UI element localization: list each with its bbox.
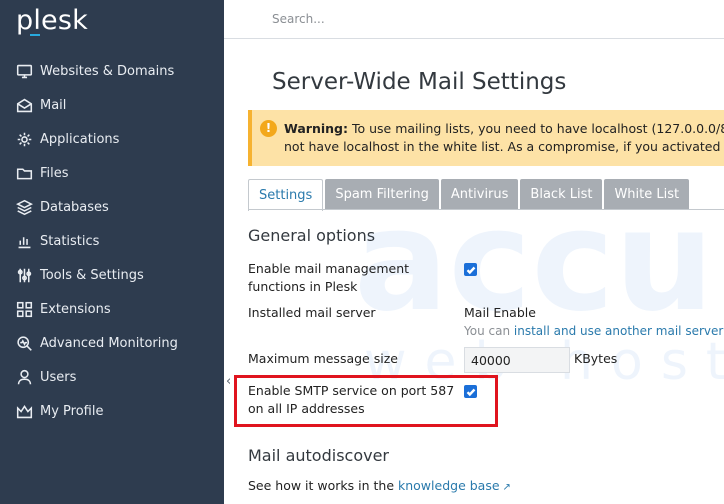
sidebar-item-files[interactable]: Files [0, 156, 224, 190]
tab-bar: Settings Spam Filtering Antivirus Black … [248, 179, 691, 211]
section-mail-autodiscover: Mail autodiscover [248, 446, 390, 465]
folder-icon [15, 164, 33, 182]
sidebar-item-tools-settings[interactable]: Tools & Settings [0, 258, 224, 292]
warning-banner: ! Warning: To use mailing lists, you nee… [248, 110, 724, 166]
search-input[interactable] [272, 6, 702, 32]
sidebar-item-advanced-monitoring[interactable]: Advanced Monitoring [0, 326, 224, 360]
magnifier-pulse-icon [15, 334, 33, 352]
section-general-options: General options [248, 226, 376, 245]
warning-icon: ! [260, 120, 277, 137]
max-message-size-input[interactable] [464, 347, 570, 373]
knowledge-base-link[interactable]: knowledge base [398, 478, 500, 493]
tab-white-list[interactable]: White List [604, 179, 690, 210]
max-message-size-unit: KBytes [574, 351, 618, 366]
highlight-box [234, 375, 498, 427]
sidebar-item-my-profile[interactable]: My Profile [0, 394, 224, 428]
sidebar-item-label: Databases [40, 199, 109, 215]
bar-chart-icon [15, 232, 33, 250]
installed-mail-server-hint: You can install and use another mail ser… [464, 324, 724, 338]
mail-management-label-line-1: Enable mail management [248, 261, 410, 276]
monitor-icon [15, 62, 33, 80]
sidebar-item-label: Users [40, 369, 77, 385]
sidebar-item-mail[interactable]: Mail [0, 88, 224, 122]
installed-mail-server-value: Mail Enable [464, 305, 536, 320]
tab-spam-filtering[interactable]: Spam Filtering [325, 179, 439, 210]
installed-mail-server-label: Installed mail server [248, 305, 376, 320]
sidebar-item-label: Advanced Monitoring [40, 335, 178, 351]
sidebar-item-label: Applications [40, 131, 120, 147]
gear-icon [15, 130, 33, 148]
sidebar: plesk Websites & Domains Mail Applicatio… [0, 0, 224, 504]
sidebar-item-label: Mail [40, 97, 67, 113]
sidebar-item-extensions[interactable]: Extensions [0, 292, 224, 326]
sidebar-collapse-icon[interactable]: ‹ [226, 374, 231, 389]
install-mail-server-link[interactable]: install and use another mail server [514, 324, 723, 338]
envelope-icon [15, 96, 33, 114]
mail-management-label-line-2: functions in Plesk [248, 279, 358, 294]
warning-line-1: Warning: To use mailing lists, you need … [284, 120, 724, 138]
autodiscover-text: See how it works in the knowledge base ↗ [248, 477, 511, 497]
external-link-icon: ↗ [502, 482, 511, 493]
tab-settings[interactable]: Settings [248, 179, 324, 211]
mail-management-checkbox[interactable] [464, 263, 477, 276]
layers-icon [15, 198, 33, 216]
sidebar-item-label: Tools & Settings [40, 267, 144, 283]
mail-management-label: Enable mail management functions in Ples… [248, 260, 409, 296]
sidebar-item-label: Statistics [40, 233, 100, 249]
sidebar-item-websites-domains[interactable]: Websites & Domains [0, 54, 224, 88]
sidebar-item-label: Files [40, 165, 69, 181]
autodiscover-text-prefix: See how it works in the [248, 478, 398, 493]
plesk-logo[interactable]: plesk [16, 5, 88, 36]
sidebar-item-label: Extensions [40, 301, 111, 317]
sidebar-item-statistics[interactable]: Statistics [0, 224, 224, 258]
top-bar [224, 0, 724, 39]
sidebar-item-users[interactable]: Users [0, 360, 224, 394]
warning-prefix: Warning: [284, 121, 348, 136]
sidebar-item-databases[interactable]: Databases [0, 190, 224, 224]
logo-accent [30, 34, 40, 36]
crown-icon [15, 402, 33, 420]
tab-antivirus[interactable]: Antivirus [440, 179, 519, 210]
tab-divider [248, 209, 724, 210]
tab-black-list[interactable]: Black List [520, 179, 603, 210]
user-icon [15, 368, 33, 386]
sidebar-item-label: Websites & Domains [40, 63, 175, 79]
sidebar-item-applications[interactable]: Applications [0, 122, 224, 156]
grid-icon [15, 300, 33, 318]
warning-text: To use mailing lists, you need to have l… [347, 121, 724, 136]
warning-line-2: not have localhost in the white list. As… [284, 139, 724, 154]
sliders-icon [15, 266, 33, 284]
main-content: accu web hosting Server-Wide Mail Settin… [224, 39, 724, 504]
hint-prefix: You can [464, 324, 514, 338]
page-title: Server-Wide Mail Settings [272, 69, 567, 95]
sidebar-nav: Websites & Domains Mail Applications Fil… [0, 54, 224, 428]
sidebar-item-label: My Profile [40, 403, 104, 419]
max-message-size-label: Maximum message size [248, 351, 398, 366]
check-icon [466, 266, 475, 274]
